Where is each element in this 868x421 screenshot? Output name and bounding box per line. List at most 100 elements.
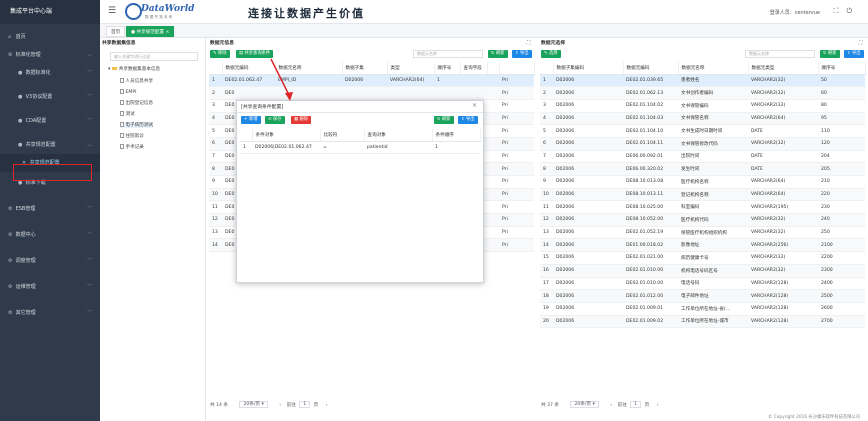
middle-refresh-button[interactable]: ↻ 刷新 xyxy=(488,50,508,58)
table-row[interactable]: 11 D02006 DE08.10.025.00 科室编码 VARCHAR2(195) 2… xyxy=(540,200,865,215)
dialog-export-button[interactable]: ⇪ 导出 xyxy=(458,116,478,124)
column-header[interactable]: 比较符 xyxy=(320,129,365,142)
table-row[interactable]: 15 D02006 DE02.01.021.00 病历健康卡号 VARCHAR2(32)… xyxy=(540,251,865,265)
table-row[interactable]: 20 D02006 DE02.01.009.02 工作单位所在地址-城市 VARCHAR… xyxy=(540,315,865,329)
sidebar-item-esb[interactable]: ⚙ ESB管理 ﹀ xyxy=(0,200,100,218)
table-row[interactable]: 1 DE02.01.062.47 EMPI_ID D02006 VARCHAR2(64)… xyxy=(209,74,534,88)
other-icon: ⚙ xyxy=(8,310,13,316)
sidebar-item-data-standard[interactable]: ● 数据标准化 ﹀ xyxy=(0,64,100,82)
middle-export-button[interactable]: ⇪ 导出 xyxy=(512,50,532,58)
right-refresh-button[interactable]: ↻ 刷新 xyxy=(820,50,840,58)
column-header[interactable]: 数据子集编码 xyxy=(553,62,624,75)
column-header[interactable]: 查询对象 xyxy=(364,129,433,142)
table-row[interactable]: 4 D02006 DE02.01.104.03 文书保管名称 VARCHAR2(64) 9… xyxy=(540,112,865,126)
tree-node[interactable]: 手术记录 xyxy=(120,144,144,150)
table-row[interactable]: 1 D02006 DE02.01.039.65 患者姓名 VARCHAR2(32) 50 xyxy=(540,74,865,88)
table-row[interactable]: 2 D02006 DE02.01.062.13 文书创作者编码 VARCHAR2(32)… xyxy=(540,86,865,100)
maximize-icon[interactable]: ⛶ xyxy=(527,40,531,46)
tree-node[interactable]: 出院登记信息 xyxy=(120,100,153,106)
middle-search-input[interactable]: 数据元名称 xyxy=(413,50,483,58)
prev-page-icon[interactable]: ‹ xyxy=(279,403,281,408)
table-row[interactable]: 13 D02006 DE02.01.052.19 保管医疗机构组织机构 VARCHAR2… xyxy=(540,226,865,240)
table-row[interactable]: 6 D02006 DE02.01.104.11 文书保管修改代码 VARCHAR2(32… xyxy=(540,137,865,151)
page-size-select[interactable]: 20条/页 ▾ xyxy=(570,401,599,408)
select-button[interactable]: ✎ 选择 xyxy=(541,50,561,58)
table-row[interactable]: 10 D02006 DE08.10.013.11 登记机构名称 VARCHAR2(64)… xyxy=(540,188,865,202)
column-header[interactable] xyxy=(499,62,535,75)
dialog-refresh-button[interactable]: ↻ 刷新 xyxy=(434,116,454,124)
page-input[interactable]: 1 xyxy=(630,401,642,408)
tab-home[interactable]: 首页 xyxy=(106,26,126,37)
column-header[interactable] xyxy=(487,62,500,75)
remove-button[interactable]: ✎ 移除 xyxy=(210,50,230,58)
sidebar-item-schedule[interactable]: ⚙ 调度管理 ﹀ xyxy=(0,252,100,270)
save-button[interactable]: ⊙ 保存 xyxy=(265,116,285,124)
power-icon[interactable]: ⏻ xyxy=(846,7,860,15)
column-header[interactable]: 数据元名称 xyxy=(678,62,749,75)
collapse-icon[interactable]: ▾ xyxy=(108,67,110,72)
table-row[interactable]: 14 D02006 DE01.00.018.02 影像地址 VARCHAR2(256) 2… xyxy=(540,238,865,253)
column-header[interactable]: 条件对象 xyxy=(252,129,321,142)
table-cell: VARCHAR2(32) xyxy=(748,213,818,227)
prev-page-icon[interactable]: ‹ xyxy=(610,403,612,408)
table-row[interactable]: 9 D02006 DE08.10.013.08 医疗机构名称 VARCHAR2(64) 2… xyxy=(540,175,865,189)
close-icon[interactable]: × xyxy=(472,102,477,109)
sidebar-item-standard[interactable]: ⚙ 标准化管理 ︿ xyxy=(0,46,100,64)
column-header[interactable]: 数据子集 xyxy=(342,62,388,75)
right-search-input[interactable]: 数据元名称 xyxy=(745,50,815,58)
table-row[interactable]: 7 D02006 DE06.00.092.01 出院时间 DATE 204 xyxy=(540,150,865,164)
table-cell xyxy=(460,74,487,88)
sidebar-item-home[interactable]: ⌂ 首页 xyxy=(0,28,100,46)
column-header[interactable]: 顺序号 xyxy=(434,62,461,75)
tree-node-selected[interactable]: 电子病历测试 xyxy=(120,122,154,128)
column-header[interactable]: 条件顺序 xyxy=(432,129,481,142)
tab-share-spec-config[interactable]: ● 共享规范配置 × xyxy=(126,26,175,37)
table-row[interactable]: 1 D02006|DE02.01.062.47 = patientid 1 xyxy=(240,141,480,155)
tree-node[interactable]: 测试 xyxy=(120,111,135,117)
next-page-icon[interactable]: › xyxy=(657,403,659,408)
fullscreen-icon[interactable]: ⛶ xyxy=(834,7,847,15)
column-header[interactable]: 数据元类型 xyxy=(748,62,819,75)
table-cell: 19 xyxy=(540,302,553,316)
column-header[interactable] xyxy=(209,62,223,75)
sidebar-item-cda[interactable]: ● CDA配置 ﹀ xyxy=(0,112,100,130)
sidebar-item-datacenter[interactable]: ⚙ 数据中心 ﹀ xyxy=(0,226,100,244)
column-header[interactable]: 数据元编码 xyxy=(222,62,276,75)
sidebar-item-label: 数据中心 xyxy=(15,232,36,238)
tree-node[interactable]: EMPI xyxy=(120,89,137,95)
column-header[interactable] xyxy=(540,62,554,75)
sidebar-item-other[interactable]: ⚙ 其它管理 ﹀ xyxy=(0,304,100,322)
right-export-button[interactable]: ⇪ 导出 xyxy=(844,50,864,58)
tree-node[interactable]: 住院就诊 xyxy=(120,133,144,139)
next-page-icon[interactable]: › xyxy=(326,403,328,408)
table-row[interactable]: 5 D02006 DE02.01.104.10 文书生成时日期时间 DATE 110 xyxy=(540,124,865,138)
table-row[interactable]: 19 D02006 DE02.01.009.01 工作单位所在地址-省(… VARCHA… xyxy=(540,302,865,316)
table-row[interactable]: 17 D02006 DE02.01.010.00 电话号码 VARCHAR2(128) 2… xyxy=(540,277,865,291)
tree-root[interactable]: ▾ 共享数据集基本信息 xyxy=(108,66,160,72)
table-row[interactable]: 12 D02006 DE08.10.052.00 医疗机构代码 VARCHAR2(32)… xyxy=(540,213,865,227)
column-header[interactable]: 类型 xyxy=(387,62,435,75)
page-size-select[interactable]: 20条/页 ▾ xyxy=(239,401,268,408)
add-button[interactable]: + 新增 xyxy=(241,116,261,124)
delete-button[interactable]: ▦ 删除 xyxy=(291,116,312,124)
column-header[interactable]: 查询字段 xyxy=(460,62,488,75)
table-row[interactable]: 8 D02006 DE06.00.320.02 发生时间 DATE 205 xyxy=(540,162,865,176)
maximize-icon[interactable]: ⛶ xyxy=(859,40,863,46)
table-row[interactable]: 18 D02006 DE02.01.012.00 电子邮件地址 VARCHAR2(128… xyxy=(540,289,865,303)
sidebar-item-share-spec[interactable]: ● 共享规范配置 ︿ xyxy=(0,136,100,154)
table-row[interactable]: 3 D02006 DE02.01.104.02 文书保管编码 VARCHAR2(32) 8… xyxy=(540,99,865,113)
column-header[interactable]: 数据元名称 xyxy=(275,62,343,75)
sidebar-item-v3[interactable]: ● V3协议配置 ﹀ xyxy=(0,88,100,106)
share-query-button[interactable]: ▤ 共享查询条件 xyxy=(236,50,274,58)
column-header[interactable] xyxy=(240,129,253,142)
sidebar-item-ops[interactable]: ⚙ 运维管理 ﹀ xyxy=(0,278,100,296)
column-header[interactable]: 数据元编码 xyxy=(623,62,679,75)
table-row[interactable]: 2 DE0 Pri xyxy=(209,86,534,100)
table-cell: D02006 xyxy=(553,124,623,138)
menu-toggle-icon[interactable]: ☰ xyxy=(108,6,116,16)
tree-node[interactable]: 人员信息共享 xyxy=(120,78,153,84)
table-row[interactable]: 16 D02006 DE02.01.010.00 机构电话号码区号 VARCHAR2(3… xyxy=(540,264,865,278)
column-header[interactable]: 顺序号 xyxy=(818,62,866,75)
page-input[interactable]: 1 xyxy=(299,401,311,408)
tree-search-input[interactable]: 输入关键字进行过滤 xyxy=(110,52,198,61)
